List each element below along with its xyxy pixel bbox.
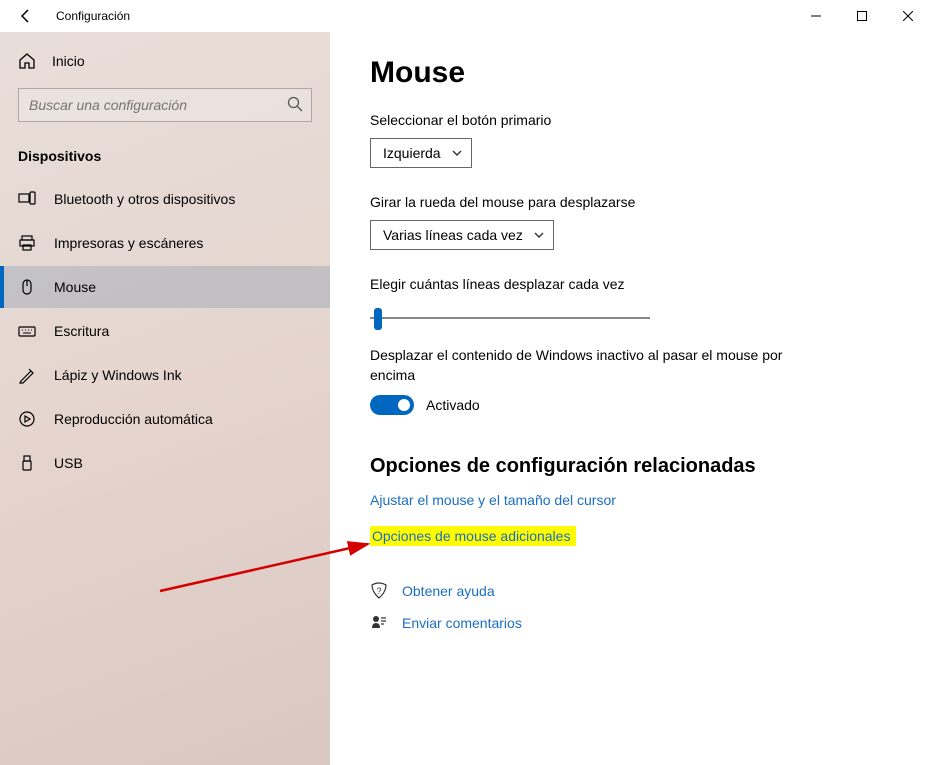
sidebar-item-label: Bluetooth y otros dispositivos	[54, 191, 235, 207]
devices-icon	[18, 190, 36, 208]
inactive-scroll-toggle[interactable]	[370, 395, 414, 415]
sidebar-item-pen[interactable]: Lápiz y Windows Ink	[0, 354, 330, 396]
printer-icon	[18, 234, 36, 252]
primary-button-label: Seleccionar el botón primario	[370, 112, 891, 128]
section-label: Dispositivos	[0, 140, 330, 176]
link-cursor-size[interactable]: Ajustar el mouse y el tamaño del cursor	[370, 492, 891, 508]
related-heading: Opciones de configuración relacionadas	[370, 455, 891, 478]
sidebar-item-label: USB	[54, 455, 83, 471]
sidebar-item-label: Mouse	[54, 279, 96, 295]
autoplay-icon	[18, 410, 36, 428]
toggle-knob	[398, 399, 410, 411]
main-content: Mouse Seleccionar el botón primario Izqu…	[330, 32, 931, 765]
home-icon	[18, 52, 36, 70]
close-button[interactable]	[885, 0, 931, 32]
link-additional-options[interactable]: Opciones de mouse adicionales	[370, 526, 576, 546]
maximize-button[interactable]	[839, 0, 885, 32]
lines-slider[interactable]	[370, 308, 650, 328]
inactive-scroll-label: Desplazar el contenido de Windows inacti…	[370, 346, 830, 385]
toggle-state-label: Activado	[426, 397, 480, 413]
chevron-down-icon	[533, 229, 545, 241]
home-nav[interactable]: Inicio	[0, 44, 330, 78]
sidebar-item-label: Reproducción automática	[54, 411, 213, 427]
sidebar-item-bluetooth[interactable]: Bluetooth y otros dispositivos	[0, 178, 330, 220]
dropdown-value: Varias líneas cada vez	[383, 227, 523, 243]
pen-icon	[18, 366, 36, 384]
sidebar-item-typing[interactable]: Escritura	[0, 310, 330, 352]
minimize-button[interactable]	[793, 0, 839, 32]
link-feedback[interactable]: Enviar comentarios	[402, 615, 522, 631]
back-button[interactable]	[16, 6, 36, 26]
dropdown-value: Izquierda	[383, 145, 441, 161]
link-get-help[interactable]: Obtener ayuda	[402, 583, 495, 599]
home-label: Inicio	[52, 53, 85, 69]
sidebar-item-usb[interactable]: USB	[0, 442, 330, 484]
sidebar-item-label: Impresoras y escáneres	[54, 235, 203, 251]
app-title: Configuración	[56, 9, 130, 23]
scroll-dropdown[interactable]: Varias líneas cada vez	[370, 220, 554, 250]
mouse-icon	[18, 278, 36, 296]
chevron-down-icon	[451, 147, 463, 159]
sidebar-item-printers[interactable]: Impresoras y escáneres	[0, 222, 330, 264]
slider-thumb[interactable]	[374, 308, 382, 330]
usb-icon	[18, 454, 36, 472]
slider-track	[370, 317, 650, 319]
feedback-icon	[370, 614, 388, 632]
sidebar-item-mouse[interactable]: Mouse	[0, 266, 330, 308]
svg-text:?: ?	[376, 586, 381, 596]
sidebar-item-label: Lápiz y Windows Ink	[54, 367, 182, 383]
scroll-label: Girar la rueda del mouse para desplazars…	[370, 194, 891, 210]
lines-label: Elegir cuántas líneas desplazar cada vez	[370, 276, 891, 292]
search-icon	[287, 96, 303, 112]
primary-button-dropdown[interactable]: Izquierda	[370, 138, 472, 168]
sidebar-item-autoplay[interactable]: Reproducción automática	[0, 398, 330, 440]
sidebar-item-label: Escritura	[54, 323, 109, 339]
page-title: Mouse	[370, 56, 891, 90]
keyboard-icon	[18, 322, 36, 340]
search-input[interactable]	[18, 88, 312, 122]
sidebar: Inicio Dispositivos Bluetooth y otros di…	[0, 32, 330, 765]
help-icon: ?	[370, 582, 388, 600]
